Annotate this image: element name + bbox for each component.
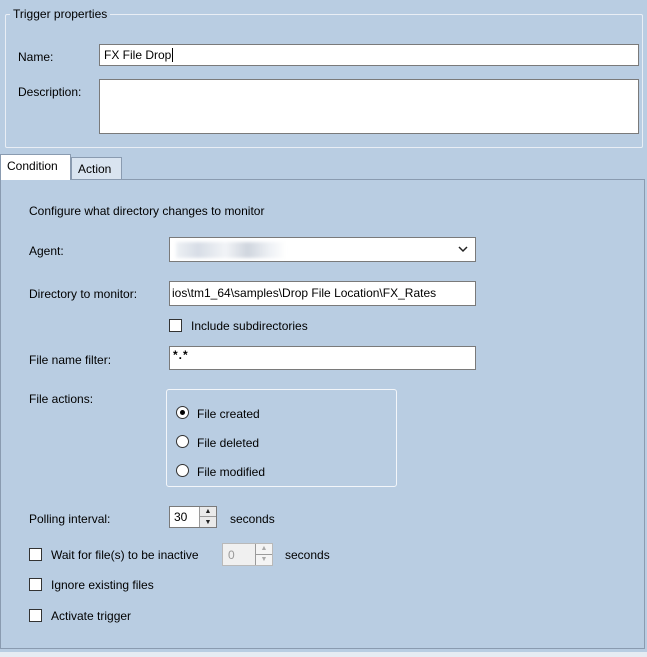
file-modified-label: File modified	[197, 465, 266, 479]
wait-inactive-unit: seconds	[285, 548, 330, 562]
directory-label: Directory to monitor:	[29, 287, 138, 301]
polling-interval-spinner[interactable]: 30 ▲ ▼	[169, 506, 217, 528]
agent-value-redacted	[176, 242, 286, 258]
trigger-properties-legend: Trigger properties	[10, 7, 111, 21]
include-subdirectories-label: Include subdirectories	[191, 319, 308, 333]
spin-up-icon[interactable]: ▲	[256, 544, 272, 555]
wait-inactive-spinner[interactable]: 0 ▲ ▼	[222, 543, 273, 566]
chevron-down-icon[interactable]	[458, 246, 468, 253]
polling-interval-label: Polling interval:	[29, 512, 111, 526]
bottom-border	[0, 652, 647, 657]
activate-trigger-label: Activate trigger	[51, 609, 132, 623]
tab-condition[interactable]: Condition	[0, 154, 71, 180]
file-deleted-radio[interactable]	[176, 435, 189, 448]
name-label: Name:	[18, 50, 54, 64]
condition-heading: Configure what directory changes to moni…	[29, 204, 265, 218]
text-caret	[172, 48, 174, 62]
name-input[interactable]: FX File Drop	[99, 44, 639, 66]
file-name-filter-label: File name filter:	[29, 353, 112, 367]
spin-down-icon[interactable]: ▼	[200, 517, 216, 527]
polling-interval-unit: seconds	[230, 512, 275, 526]
wait-inactive-spin-buttons: ▲ ▼	[255, 544, 272, 565]
directory-input[interactable]: ios\tm1_64\samples\Drop File Location\FX…	[169, 281, 476, 306]
file-created-label: File created	[197, 407, 260, 421]
ignore-existing-checkbox[interactable]	[29, 578, 42, 591]
wait-inactive-checkbox[interactable]	[29, 548, 42, 561]
agent-select[interactable]	[169, 237, 476, 262]
file-deleted-label: File deleted	[197, 436, 260, 450]
file-modified-radio[interactable]	[176, 464, 189, 477]
tab-action-label: Action	[78, 162, 112, 176]
spin-down-icon[interactable]: ▼	[256, 554, 272, 565]
tab-action[interactable]: Action	[71, 157, 122, 180]
agent-label: Agent:	[29, 244, 64, 258]
include-subdirectories-checkbox[interactable]	[169, 319, 182, 332]
file-name-filter-value: *.*	[173, 348, 189, 362]
activate-trigger-checkbox[interactable]	[29, 609, 42, 622]
file-created-radio[interactable]	[176, 406, 189, 419]
spin-up-icon[interactable]: ▲	[200, 507, 216, 517]
description-label: Description:	[18, 85, 82, 99]
file-actions-label: File actions:	[29, 392, 94, 406]
directory-value: ios\tm1_64\samples\Drop File Location\FX…	[172, 286, 437, 300]
tab-strip: Condition Action	[0, 154, 647, 180]
tab-condition-label: Condition	[7, 159, 58, 173]
wait-inactive-value: 0	[228, 548, 235, 562]
polling-interval-value: 30	[174, 510, 188, 524]
polling-interval-spin-buttons: ▲ ▼	[199, 507, 216, 527]
file-name-filter-input[interactable]: *.*	[169, 346, 476, 370]
ignore-existing-label: Ignore existing files	[51, 578, 154, 592]
name-input-value: FX File Drop	[104, 48, 172, 62]
description-textarea[interactable]	[99, 79, 639, 134]
wait-inactive-label: Wait for file(s) to be inactive	[51, 548, 199, 562]
